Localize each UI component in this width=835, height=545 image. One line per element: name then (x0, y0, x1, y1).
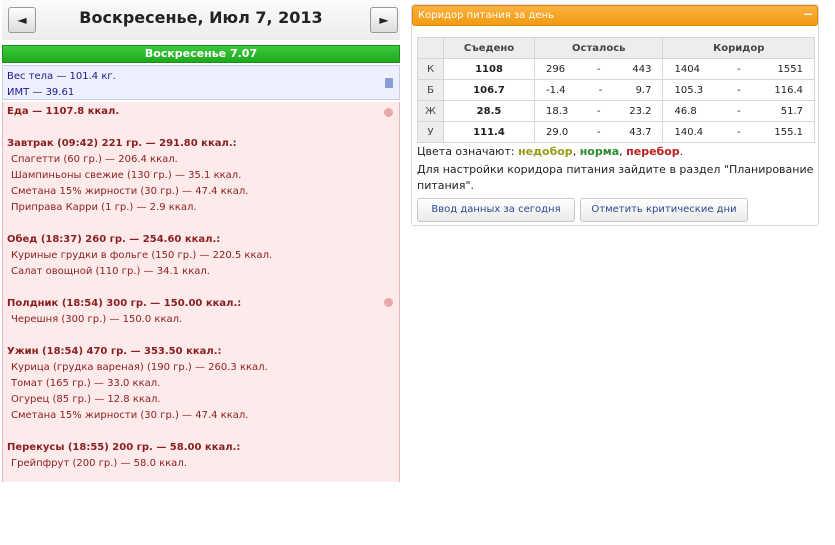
table-row: Б 106.7 -1.4 - 9.7 105.3 - 116.4 (417, 79, 815, 101)
body-stats-box: Вес тела — 101.4 кг. ИМТ — 39.61 (2, 65, 400, 100)
corridor-max: 1551 (777, 63, 803, 75)
corridor-cell: 140.4 - 155.1 (662, 121, 815, 143)
corridor-table: Съедено Осталось Коридор К 1108 296 - 443 140… (417, 37, 815, 143)
corridor-hint: Для настройки коридора питания зайдите в… (417, 163, 814, 192)
dash: - (596, 63, 601, 75)
food-item: Черешня (300 гр.) — 150.0 ккал. (11, 314, 183, 325)
meal-dinner-title: Ужин (18:54) 470 гр. — 353.50 ккал.: (7, 346, 222, 357)
row-label: Ж (417, 100, 444, 122)
diary-panel: ◄ Воскресенье, Июл 7, 2013 ► Воскресенье… (2, 0, 400, 482)
legend-low: недобор (518, 145, 573, 158)
remaining-min: -1.4 (546, 84, 566, 96)
food-total: Еда — 1107.8 ккал. (7, 106, 120, 117)
eaten-value: 28.5 (443, 100, 535, 122)
corridor-min: 140.4 (674, 126, 704, 138)
weight-text: Вес тела — 101.4 кг. (7, 71, 116, 82)
bmi-text: ИМТ — 39.61 (7, 87, 75, 98)
food-item: Спагетти (60 гр.) — 206.4 ккал. (11, 154, 178, 165)
corridor-cell: 1404 - 1551 (662, 58, 815, 80)
table-row: К 1108 296 - 443 1404 - 1551 (417, 58, 815, 80)
dash: - (736, 63, 741, 75)
col-remaining: Осталось (533, 37, 664, 59)
collapse-icon[interactable]: − (802, 8, 814, 21)
eaten-value: 111.4 (443, 121, 535, 143)
corridor-panel: Коридор питания за день − Съедено Остало… (411, 4, 819, 226)
food-item: Огурец (85 гр.) — 12.8 ккал. (11, 394, 161, 405)
corridor-cell: 46.8 - 51.7 (662, 100, 815, 122)
dash: - (596, 105, 601, 117)
prev-day-button[interactable]: ◄ (8, 7, 36, 33)
col-corridor: Коридор (662, 37, 815, 59)
food-item: Сметана 15% жирности (30 гр.) — 47.4 кка… (11, 186, 249, 197)
day-bar: Воскресенье 7.07 (2, 45, 400, 63)
remaining-cell: -1.4 - 9.7 (533, 79, 664, 101)
food-item: Салат овощной (110 гр.) — 34.1 ккал. (11, 266, 210, 277)
corridor-min: 1404 (674, 63, 700, 75)
enter-today-button[interactable]: Ввод данных за сегодня (417, 198, 575, 222)
corridor-title: Коридор питания за день (418, 10, 554, 21)
remaining-cell: 296 - 443 (533, 58, 664, 80)
food-item: Сметана 15% жирности (30 гр.) — 47.4 кка… (11, 410, 249, 421)
corridor-max: 116.4 (774, 84, 803, 96)
remaining-max: 23.2 (629, 105, 652, 117)
remaining-min: 296 (546, 63, 566, 75)
dash: - (736, 105, 741, 117)
remaining-min: 18.3 (546, 105, 569, 117)
col-eaten: Съедено (443, 37, 535, 59)
table-row: Ж 28.5 18.3 - 23.2 46.8 - 51.7 (417, 100, 815, 122)
eaten-value: 106.7 (443, 79, 535, 101)
remaining-max: 43.7 (629, 126, 652, 138)
row-label: Б (417, 79, 444, 101)
table-row: У 111.4 29.0 - 43.7 140.4 - 155.1 (417, 121, 815, 143)
corridor-min: 105.3 (674, 84, 704, 96)
corner-cell (417, 37, 444, 59)
dash: - (598, 84, 603, 96)
remaining-cell: 29.0 - 43.7 (533, 121, 664, 143)
dash: - (736, 84, 741, 96)
apple-icon[interactable] (384, 298, 393, 307)
corridor-min: 46.8 (674, 105, 697, 117)
corridor-header: Коридор питания за день − (412, 5, 818, 26)
legend-prefix: Цвета означают: (417, 145, 515, 158)
edit-body-icon[interactable] (385, 78, 393, 88)
row-label: К (417, 58, 444, 80)
meal-lunch-title: Обед (18:37) 260 гр. — 254.60 ккал.: (7, 234, 221, 245)
food-item: Куриные грудки в фольге (150 гр.) — 220.… (11, 250, 273, 261)
dash: - (596, 126, 601, 138)
remaining-cell: 18.3 - 23.2 (533, 100, 664, 122)
corridor-cell: 105.3 - 116.4 (662, 79, 815, 101)
mark-critical-days-button[interactable]: Отметить критические дни (580, 198, 748, 222)
dash: - (736, 126, 741, 138)
meal-snack-title: Полдник (18:54) 300 гр. — 150.00 ккал.: (7, 298, 242, 309)
food-item: Приправа Карри (1 гр.) — 2.9 ккал. (11, 202, 197, 213)
remaining-min: 29.0 (546, 126, 569, 138)
legend-over: перебор (626, 145, 680, 158)
food-item: Курица (грудка вареная) (190 гр.) — 260.… (11, 362, 268, 373)
legend-norm: норма (579, 145, 620, 158)
corridor-max: 155.1 (774, 126, 803, 138)
remaining-max: 9.7 (635, 84, 652, 96)
food-box: Еда — 1107.8 ккал. Завтрак (09:42) 221 г… (2, 102, 400, 482)
next-day-button[interactable]: ► (370, 7, 398, 33)
color-legend: Цвета означают: недобор, норма, перебор. (417, 145, 684, 158)
food-item: Томат (165 гр.) — 33.0 ккал. (11, 378, 161, 389)
date-header: ◄ Воскресенье, Июл 7, 2013 ► (2, 0, 400, 40)
page-title: Воскресенье, Июл 7, 2013 (79, 8, 323, 27)
corridor-max: 51.7 (780, 105, 803, 117)
remaining-max: 443 (632, 63, 652, 75)
eaten-value: 1108 (443, 58, 535, 80)
row-label: У (417, 121, 444, 143)
meal-bites-title: Перекусы (18:55) 200 гр. — 58.00 ккал.: (7, 442, 241, 453)
food-item: Грейпфрут (200 гр.) — 58.0 ккал. (11, 458, 187, 469)
meal-breakfast-title: Завтрак (09:42) 221 гр. — 291.80 ккал.: (7, 138, 237, 149)
apple-icon[interactable] (384, 108, 393, 117)
food-item: Шампиньоны свежие (130 гр.) — 35.1 ккал. (11, 170, 242, 181)
